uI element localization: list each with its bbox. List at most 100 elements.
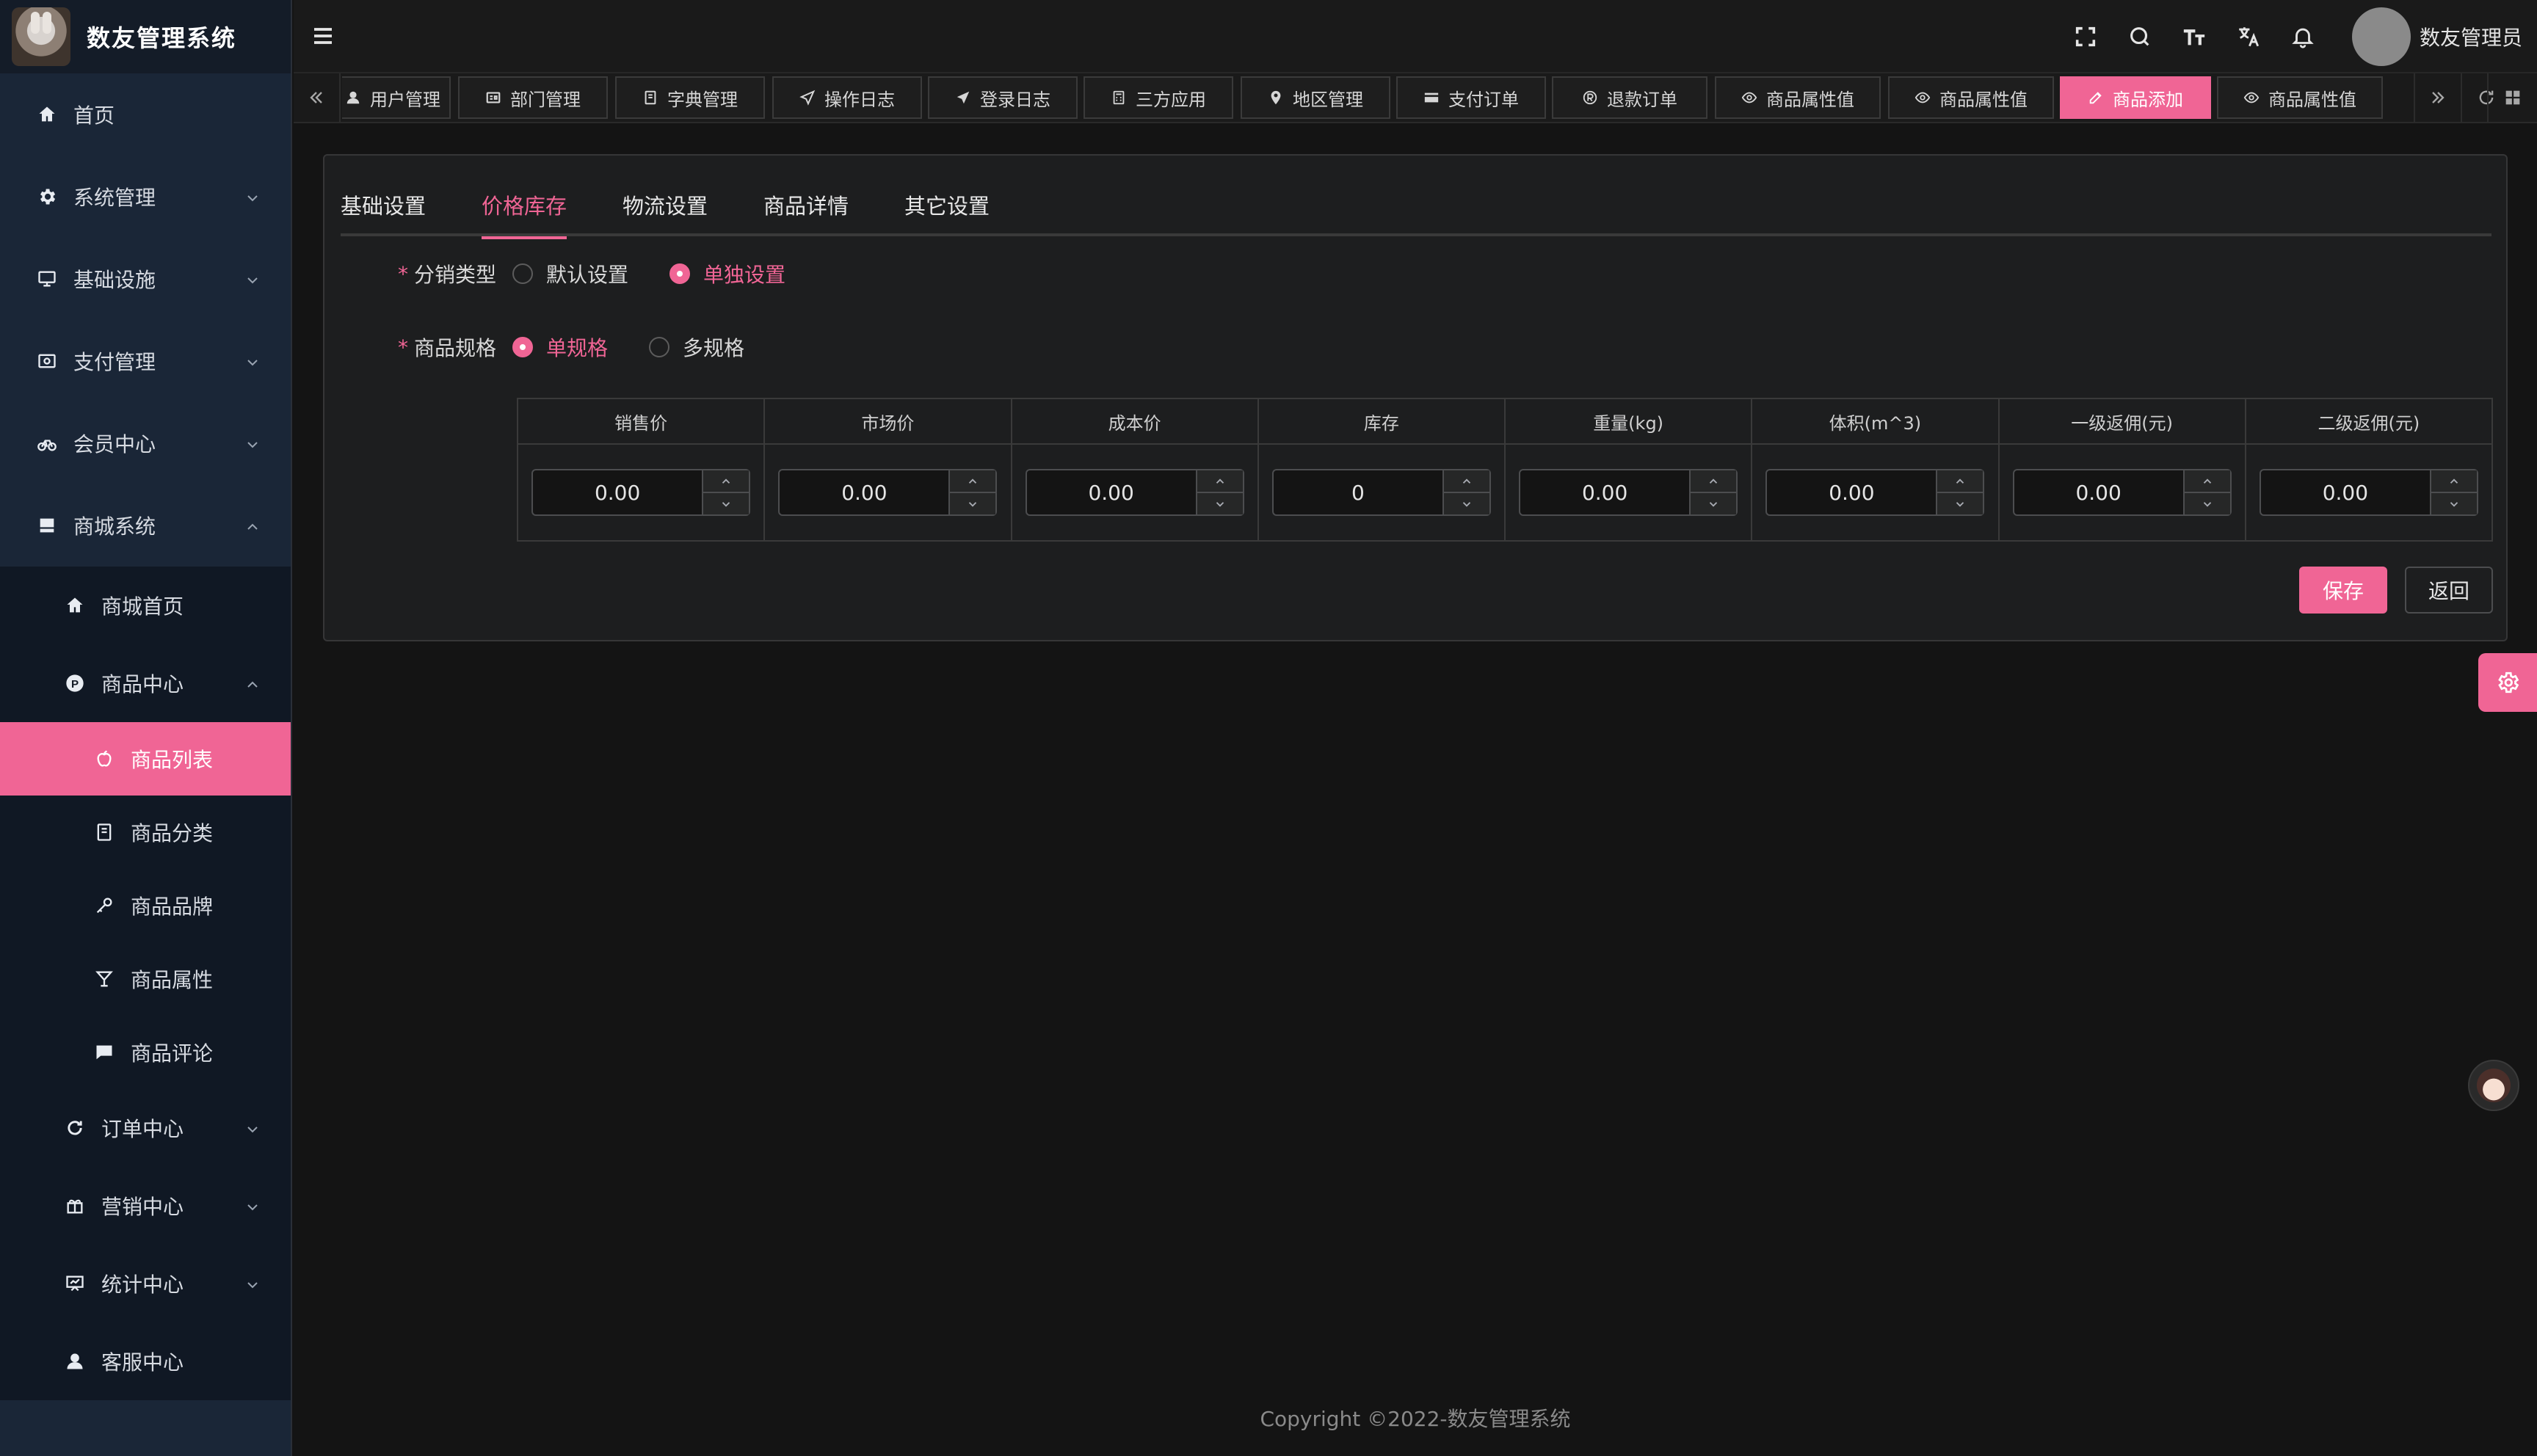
tag-department-management[interactable]: 部门管理 — [458, 76, 608, 119]
chevron-down-icon — [244, 1275, 261, 1292]
second-commission-input[interactable]: 0.00 — [2259, 469, 2478, 516]
sidebar-item-product-category[interactable]: 商品分类 — [0, 796, 291, 869]
input-value[interactable]: 0.00 — [2261, 470, 2430, 514]
tab-product-details[interactable]: 商品详情 — [763, 189, 849, 236]
increase-icon[interactable] — [2184, 470, 2230, 493]
increase-icon[interactable] — [1937, 470, 1983, 493]
first-commission-input[interactable]: 0.00 — [2012, 469, 2232, 516]
radio-separate-setting[interactable]: 单独设置 — [669, 259, 785, 288]
input-value[interactable]: 0.00 — [533, 470, 702, 514]
radio-default-setting[interactable]: 默认设置 — [512, 259, 628, 288]
input-value[interactable]: 0.00 — [1027, 470, 1196, 514]
decrease-icon[interactable] — [1691, 493, 1736, 514]
tag-refund-orders[interactable]: 退款订单 — [1552, 76, 1707, 119]
radio-circle[interactable] — [512, 337, 534, 357]
avatar[interactable] — [2351, 7, 2411, 66]
grid-menu-icon[interactable] — [2487, 73, 2537, 122]
increase-icon[interactable] — [2431, 470, 2477, 493]
tag-user-management[interactable]: 用户管理 — [342, 76, 451, 119]
decrease-icon[interactable] — [2431, 493, 2477, 514]
id-card-icon — [485, 90, 501, 106]
cost-price-input[interactable]: 0.00 — [1025, 469, 1244, 516]
tag-region-management[interactable]: 地区管理 — [1241, 76, 1390, 119]
bike-icon — [35, 432, 59, 455]
input-value[interactable]: 0 — [1274, 470, 1442, 514]
sidebar-item-label: 会员中心 — [73, 432, 156, 456]
username[interactable]: 数友管理员 — [2420, 22, 2522, 51]
sidebar-item-statistics-center[interactable]: 统计中心 — [0, 1245, 291, 1322]
sidebar-item-marketing-center[interactable]: 营销中心 — [0, 1167, 291, 1245]
sidebar-item-product-list[interactable]: 商品列表 — [0, 722, 291, 796]
sidebar-item-product-brand[interactable]: 商品品牌 — [0, 869, 291, 942]
tag-operation-log[interactable]: 操作日志 — [772, 76, 922, 119]
sidebar-item-product-center[interactable]: P 商品中心 — [0, 644, 291, 722]
sidebar-item-product-attribute[interactable]: 商品属性 — [0, 942, 291, 1016]
weight-input[interactable]: 0.00 — [1519, 469, 1738, 516]
increase-icon[interactable] — [1443, 470, 1489, 493]
menu-toggle-icon[interactable] — [310, 23, 336, 49]
sidebar-item-home[interactable]: 首页 — [0, 73, 291, 156]
tag-third-party-apps[interactable]: 三方应用 — [1084, 76, 1233, 119]
radio-single-spec[interactable]: 单规格 — [512, 332, 608, 362]
increase-icon[interactable] — [1197, 470, 1243, 493]
market-price-input[interactable]: 0.00 — [778, 469, 998, 516]
bell-icon[interactable] — [2288, 22, 2318, 51]
radio-circle[interactable] — [649, 337, 670, 357]
sidebar-item-order-center[interactable]: 订单中心 — [0, 1089, 291, 1167]
fullscreen-icon[interactable] — [2071, 22, 2100, 51]
sidebar-item-payment[interactable]: 支付管理 — [0, 320, 291, 402]
svg-text:P: P — [71, 678, 79, 691]
input-value[interactable]: 0.00 — [2014, 470, 2183, 514]
increase-icon[interactable] — [1691, 470, 1737, 493]
tag-product-attribute-value-1[interactable]: 商品属性值 — [1715, 76, 1881, 119]
tab-basic-settings[interactable]: 基础设置 — [341, 189, 426, 236]
stock-input[interactable]: 0 — [1271, 469, 1491, 516]
sidebar-item-mall[interactable]: 商城系统 — [0, 484, 291, 567]
radio-multi-spec[interactable]: 多规格 — [649, 332, 744, 362]
sidebar-item-infrastructure[interactable]: 基础设施 — [0, 238, 291, 320]
assistant-avatar[interactable] — [2468, 1060, 2519, 1111]
tag-product-attribute-value-2[interactable]: 商品属性值 — [1888, 76, 2054, 119]
volume-input[interactable]: 0.00 — [1765, 469, 1985, 516]
tag-payment-orders[interactable]: 支付订单 — [1396, 76, 1546, 119]
search-icon[interactable] — [2125, 22, 2155, 51]
tag-product-attribute-value-3[interactable]: 商品属性值 — [2217, 76, 2383, 119]
scroll-left-icon[interactable] — [294, 73, 341, 122]
tab-price-stock[interactable]: 价格库存 — [482, 189, 567, 239]
tab-other-settings[interactable]: 其它设置 — [904, 189, 990, 236]
home-icon — [63, 594, 87, 617]
sidebar-item-customer-service[interactable]: 客服中心 — [0, 1322, 291, 1400]
tab-logistics-settings[interactable]: 物流设置 — [623, 189, 708, 236]
radio-circle[interactable] — [512, 263, 534, 284]
increase-icon[interactable] — [703, 470, 750, 493]
tag-dictionary-management[interactable]: 字典管理 — [615, 76, 765, 119]
radio-circle[interactable] — [669, 263, 691, 284]
back-button[interactable]: 返回 — [2405, 567, 2493, 614]
decrease-icon[interactable] — [950, 493, 995, 514]
sale-price-input[interactable]: 0.00 — [531, 469, 751, 516]
decrease-icon[interactable] — [2185, 493, 2230, 514]
tag-product-add[interactable]: 商品添加 — [2060, 76, 2211, 119]
gear-icon — [2495, 670, 2520, 695]
sidebar-item-system[interactable]: 系统管理 — [0, 156, 291, 238]
sidebar-item-mall-home[interactable]: 商城首页 — [0, 567, 291, 644]
save-button[interactable]: 保存 — [2299, 567, 2387, 614]
sidebar-item-product-comment[interactable]: 商品评论 — [0, 1016, 291, 1089]
settings-drawer-button[interactable] — [2478, 653, 2537, 712]
input-value[interactable]: 0.00 — [1520, 470, 1689, 514]
input-value[interactable]: 0.00 — [1767, 470, 1936, 514]
radio-label: 默认设置 — [546, 263, 629, 287]
translate-icon[interactable] — [2234, 22, 2263, 51]
input-value[interactable]: 0.00 — [780, 470, 948, 514]
tag-label: 支付订单 — [1448, 89, 1519, 110]
decrease-icon[interactable] — [1937, 493, 1983, 514]
increase-icon[interactable] — [950, 470, 996, 493]
logo[interactable]: 数友管理系统 — [0, 0, 291, 73]
decrease-icon[interactable] — [1197, 493, 1243, 514]
decrease-icon[interactable] — [703, 493, 749, 514]
decrease-icon[interactable] — [1444, 493, 1489, 514]
scroll-right-icon[interactable] — [2414, 73, 2461, 122]
tag-login-log[interactable]: 登录日志 — [928, 76, 1078, 119]
font-size-icon[interactable] — [2180, 22, 2209, 51]
sidebar-item-member[interactable]: 会员中心 — [0, 402, 291, 484]
